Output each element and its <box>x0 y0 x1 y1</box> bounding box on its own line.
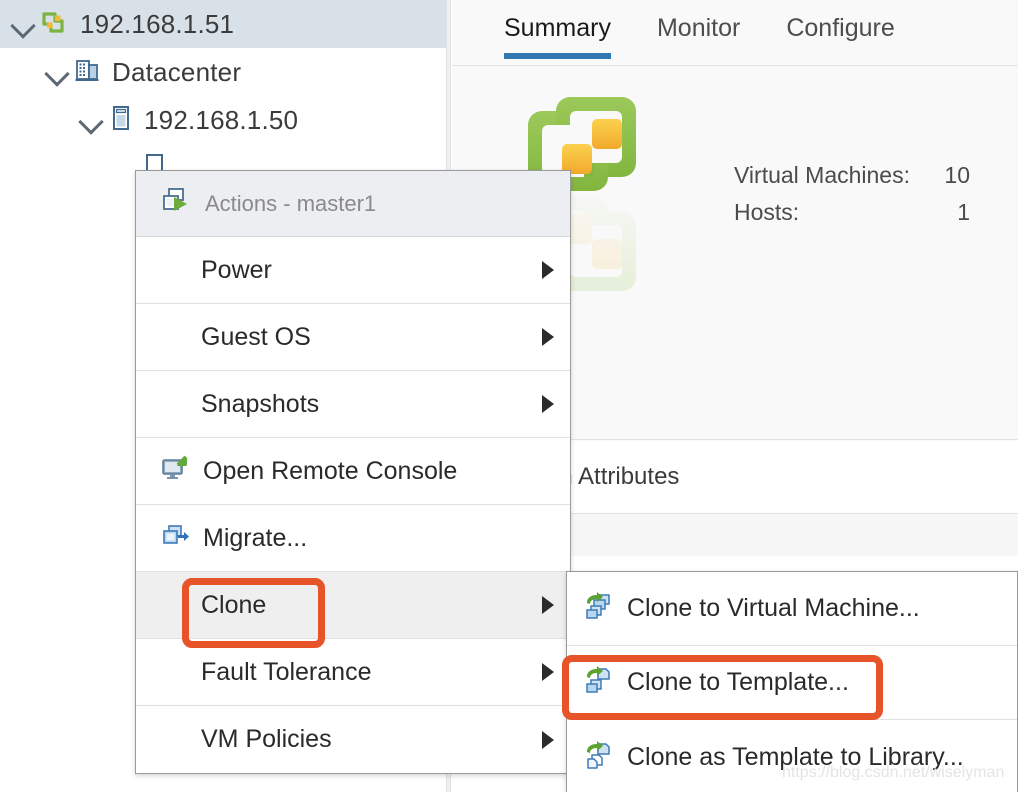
submenu-item-clone-to-template[interactable]: Clone to Template... <box>567 646 1017 720</box>
vcenter-icon <box>40 7 70 42</box>
menu-item-migrate[interactable]: Migrate... <box>136 505 570 572</box>
menu-item-power[interactable]: Power <box>136 237 570 304</box>
stat-value: 10 <box>944 162 970 188</box>
clone-submenu: Clone to Virtual Machine... Clone to Tem… <box>566 571 1018 792</box>
submenu-arrow-icon <box>542 596 554 614</box>
stat-label: Virtual Machines: <box>734 162 910 188</box>
menu-item-label: Clone <box>201 590 267 619</box>
submenu-arrow-icon <box>542 663 554 681</box>
stat-label: Hosts: <box>734 199 800 225</box>
menu-item-snapshots[interactable]: Snapshots <box>136 371 570 438</box>
summary-stats: Virtual Machines: 10 Hosts: 1 <box>734 162 970 236</box>
submenu-arrow-icon <box>542 395 554 413</box>
tab-label: Summary <box>504 14 611 42</box>
remote-console-icon <box>161 455 189 488</box>
vsphere-client-window: 192.168.1.51 Datacenter 192.168.1.50 Sum… <box>0 0 1018 792</box>
tree-item-host[interactable]: 192.168.1.50 <box>0 96 446 144</box>
migrate-icon <box>161 522 189 555</box>
context-menu-header-label: Actions - master1 <box>205 190 377 216</box>
chevron-down-icon[interactable] <box>6 7 40 41</box>
stat-virtual-machines: Virtual Machines: 10 <box>734 162 970 189</box>
host-icon <box>108 104 134 137</box>
tab-configure[interactable]: Configure <box>786 0 894 59</box>
menu-item-label: VM Policies <box>201 725 332 753</box>
menu-item-label: Open Remote Console <box>203 456 458 485</box>
clone-to-template-icon <box>583 665 613 700</box>
chevron-down-icon[interactable] <box>74 103 108 137</box>
tab-label: Monitor <box>656 14 741 42</box>
tab-bar: Summary Monitor Configure <box>452 0 1018 66</box>
menu-item-label: Power <box>201 255 272 284</box>
menu-item-label: Guest OS <box>201 322 311 351</box>
tab-monitor[interactable]: Monitor <box>657 0 740 59</box>
tree-item-label: Datacenter <box>112 56 242 87</box>
tab-summary[interactable]: Summary <box>504 0 611 59</box>
menu-item-vm-policies[interactable]: VM Policies <box>136 706 570 773</box>
menu-item-guest-os[interactable]: Guest OS <box>136 304 570 371</box>
submenu-item-label: Clone to Virtual Machine... <box>627 594 920 622</box>
tree-item-label: 192.168.1.50 <box>144 104 299 135</box>
menu-item-fault-tolerance[interactable]: Fault Tolerance <box>136 639 570 706</box>
context-menu-header: Actions - master1 <box>136 171 570 237</box>
submenu-arrow-icon <box>542 730 554 749</box>
context-menu: Actions - master1 Power Guest OS Snapsho… <box>135 170 571 774</box>
watermark: https://blog.csdn.net/wiselyman <box>782 764 1005 781</box>
stat-hosts: Hosts: 1 <box>734 199 970 226</box>
menu-item-open-remote-console[interactable]: Open Remote Console <box>136 438 570 505</box>
submenu-item-label: Clone to Template... <box>627 668 849 696</box>
tree-item-vcenter[interactable]: 192.168.1.51 <box>0 0 446 48</box>
menu-item-label: Fault Tolerance <box>201 657 372 686</box>
submenu-arrow-icon <box>542 328 554 346</box>
vm-powered-on-icon <box>161 186 191 221</box>
tree-item-label: 192.168.1.51 <box>80 8 235 39</box>
chevron-down-icon[interactable] <box>40 55 74 89</box>
datacenter-icon <box>74 56 102 89</box>
submenu-item-clone-to-virtual-machine[interactable]: Clone to Virtual Machine... <box>567 572 1017 646</box>
tab-label: Configure <box>786 14 895 42</box>
menu-item-label: Snapshots <box>201 389 320 418</box>
clone-to-vm-icon <box>583 591 613 626</box>
tree-item-datacenter[interactable]: Datacenter <box>0 48 446 96</box>
menu-item-clone[interactable]: Clone <box>136 572 570 639</box>
submenu-arrow-icon <box>542 261 554 279</box>
menu-item-label: Migrate... <box>203 523 308 552</box>
stat-value: 1 <box>957 199 970 225</box>
clone-as-template-library-icon <box>583 740 613 775</box>
